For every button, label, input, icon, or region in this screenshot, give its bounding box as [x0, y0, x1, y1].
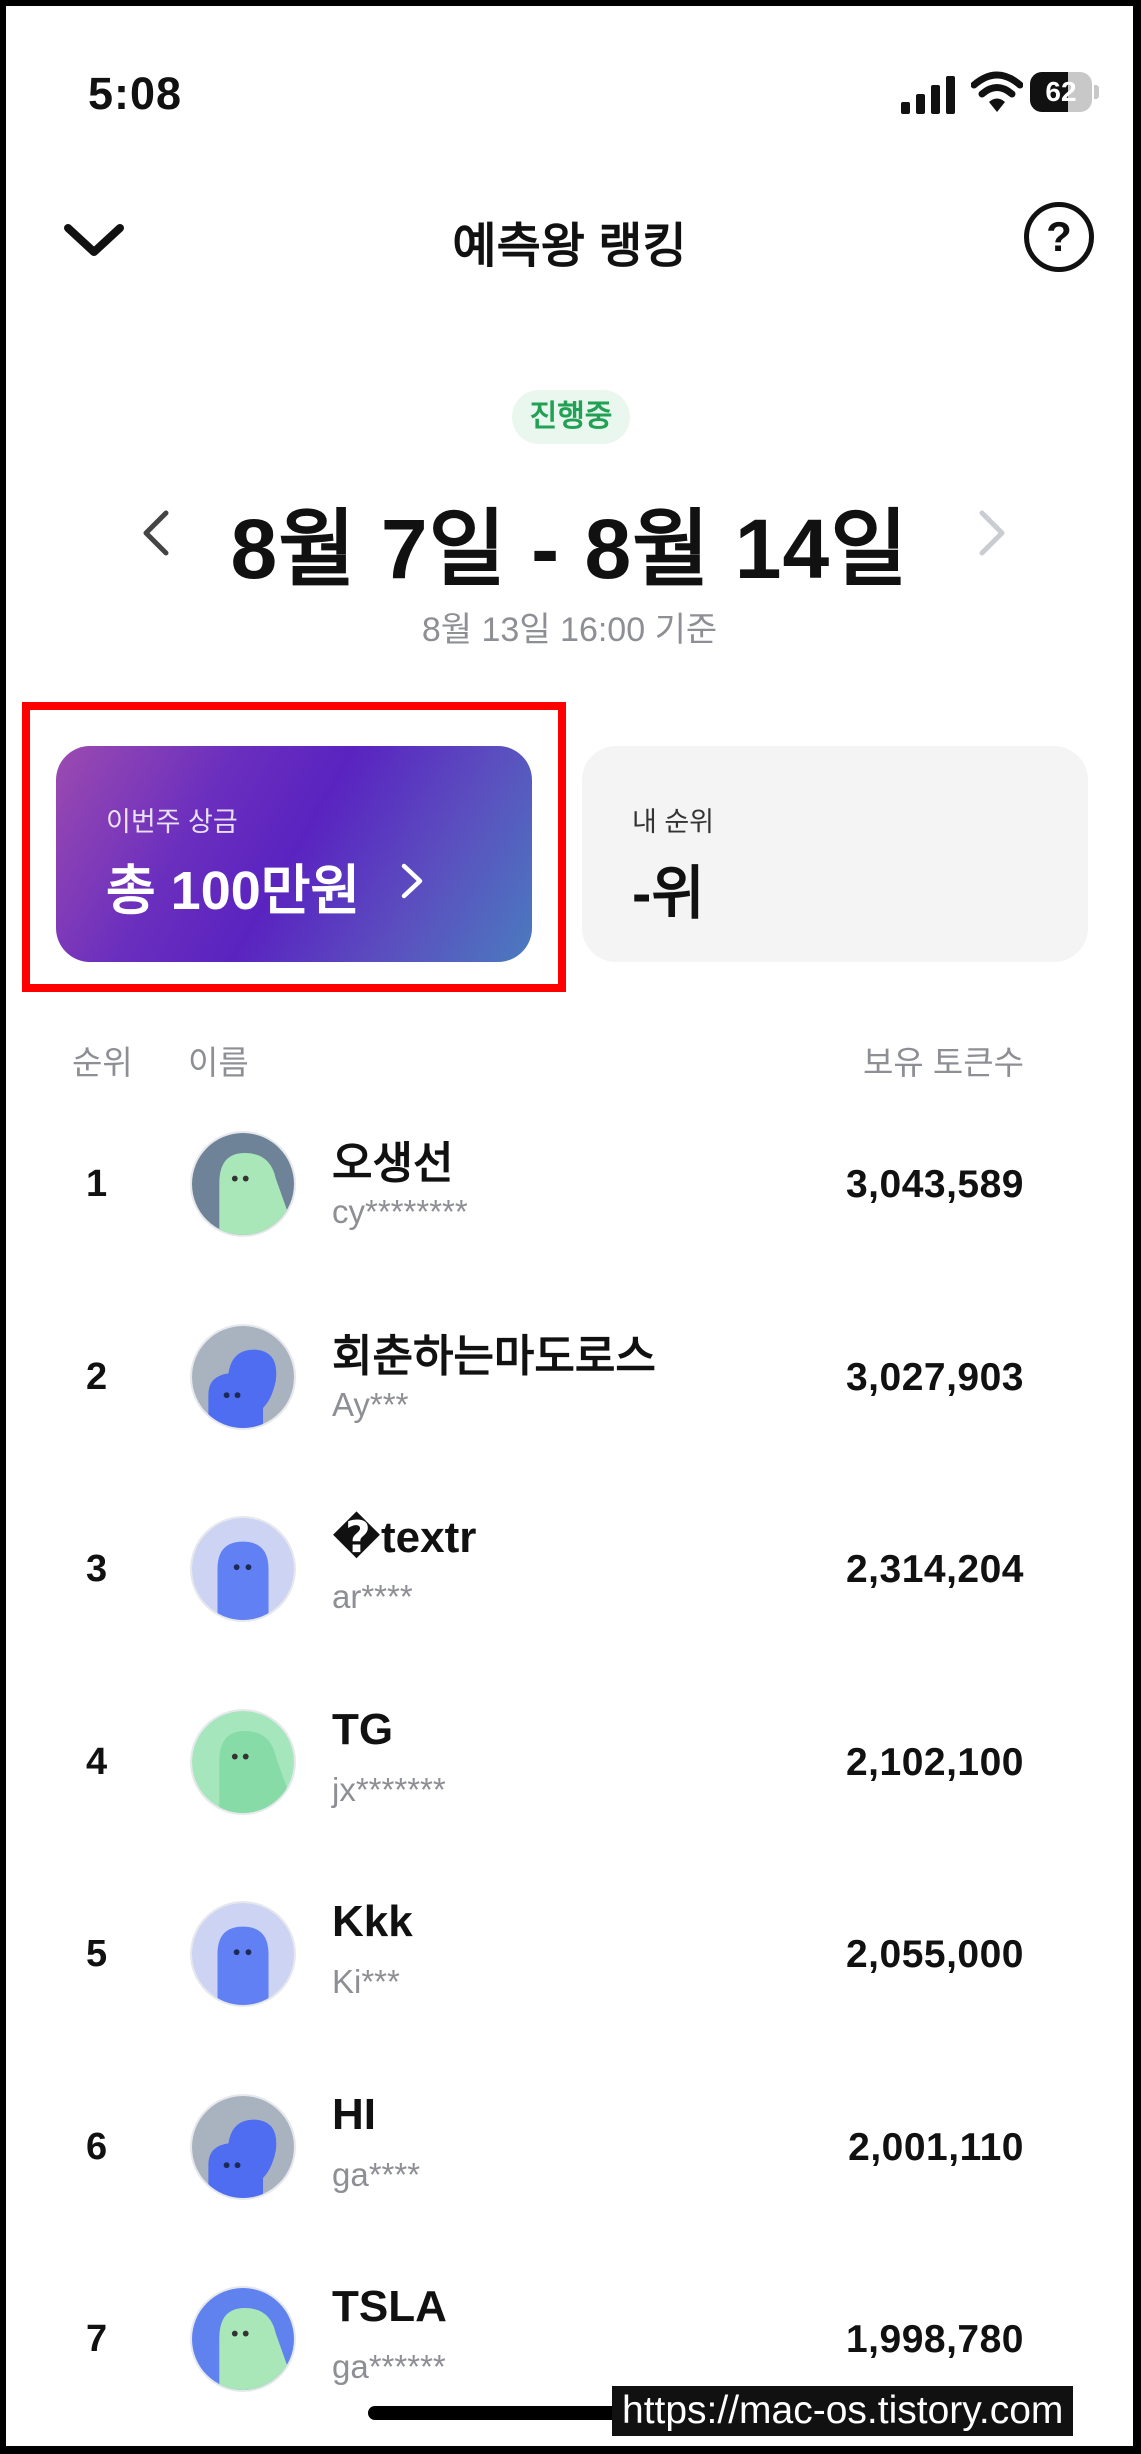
avatar: [190, 1131, 296, 1237]
avatar: [190, 1516, 296, 1622]
user-name: TG: [332, 1704, 394, 1754]
ranking-row[interactable]: 5 Kkk Ki*** 2,055,000: [6, 1873, 1133, 2065]
token-count: 3,043,589: [845, 1163, 1024, 1206]
user-id: Ay***: [332, 1385, 409, 1423]
next-week-button[interactable]: [958, 501, 1022, 565]
battery-icon: 62: [1030, 72, 1100, 114]
battery-level-text: 62: [1045, 76, 1077, 107]
status-badge: 진행중: [512, 390, 630, 444]
user-name: TSLA: [332, 2282, 447, 2331]
highlight-box: [22, 702, 566, 992]
rank-number: 3: [86, 1548, 108, 1590]
rank-number: 1: [86, 1163, 108, 1205]
wifi-icon: [971, 71, 1023, 112]
app-screen: 5:08 62 예측왕 랭킹 ? 진행중 8월 7일 - 8월 14일 8월 1…: [6, 6, 1133, 2446]
token-count: 1,998,780: [845, 2318, 1024, 2361]
my-rank-value: -위: [632, 861, 705, 926]
user-id: ar****: [332, 1578, 413, 1615]
column-header-rank: 순위: [72, 1044, 133, 1081]
token-count: 2,055,000: [845, 1933, 1024, 1976]
avatar: [190, 1708, 296, 1815]
user-name: Kkk: [332, 1897, 413, 1946]
home-indicator: [368, 2406, 638, 2420]
user-id: cy********: [332, 1193, 468, 1230]
my-rank-card: 내 순위 -위: [582, 746, 1088, 962]
user-id: ga******: [332, 2348, 446, 2385]
help-button[interactable]: ?: [1024, 202, 1094, 272]
user-id: jx*******: [332, 1770, 446, 1808]
user-name: 오생선: [332, 1139, 454, 1188]
ranking-row[interactable]: 6 HI ga**** 2,001,110: [6, 2066, 1133, 2258]
ranking-row[interactable]: 2 회춘하는마도로스 Ay*** 3,027,903: [6, 1296, 1133, 1488]
rank-number: 4: [86, 1740, 108, 1783]
status-bar: 5:08 62: [6, 6, 1133, 176]
ranking-row[interactable]: 3 �textr ar**** 2,314,204: [6, 1488, 1133, 1680]
avatar: [190, 1323, 296, 1430]
user-name: HI: [332, 2089, 376, 2139]
rank-number: 6: [86, 2125, 108, 2168]
week-basis-time: 8월 13일 16:00 기준: [421, 611, 718, 649]
ranking-row[interactable]: 1 오생선 cy******** 3,043,589: [6, 1103, 1133, 1295]
column-header-tokens: 보유 토큰수: [863, 1044, 1024, 1081]
rank-number: 2: [86, 1355, 108, 1398]
my-rank-label: 내 순위: [632, 807, 715, 837]
avatar: [190, 2286, 296, 2392]
page-title: 예측왕 랭킹: [452, 220, 687, 273]
token-count: 2,314,204: [845, 1548, 1024, 1591]
status-time: 5:08: [88, 68, 183, 119]
column-header-name: 이름: [188, 1044, 249, 1081]
user-name: 회춘하는마도로스: [332, 1331, 656, 1381]
user-name: �textr: [332, 1513, 477, 1562]
avatar: [190, 2093, 296, 2200]
token-count: 3,027,903: [845, 1355, 1024, 1399]
token-count: 2,102,100: [845, 1740, 1024, 1784]
cellular-signal-icon: [901, 76, 955, 114]
ranking-row[interactable]: 4 TG jx******* 2,102,100: [6, 1681, 1133, 1873]
user-id: Ki***: [332, 1963, 400, 2000]
user-id: ga****: [332, 2155, 421, 2193]
rank-number: 5: [86, 1933, 108, 1975]
avatar: [190, 1901, 296, 2007]
rank-number: 7: [86, 2318, 108, 2360]
watermark-text: https://mac-os.tistory.com: [612, 2386, 1074, 2436]
token-count: 2,001,110: [848, 2125, 1024, 2169]
